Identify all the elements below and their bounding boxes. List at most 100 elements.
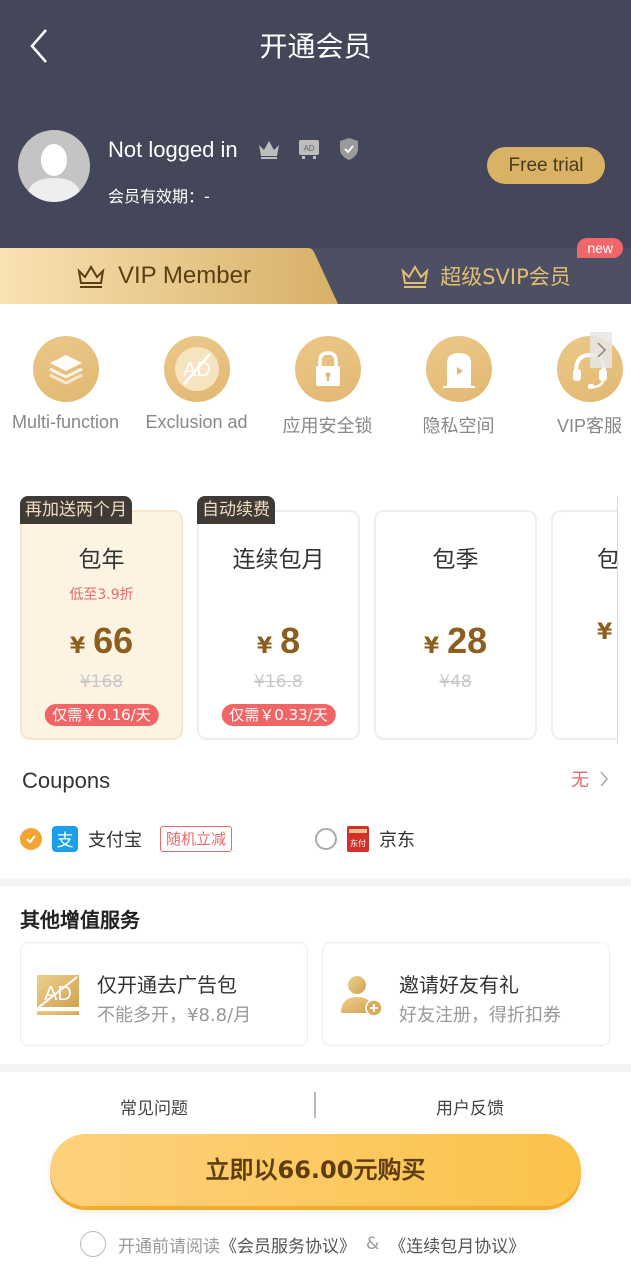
shield-check-icon [336, 136, 362, 162]
invite-friend-icon [341, 976, 383, 1017]
feature-multi-function[interactable]: Multi-function [0, 336, 131, 433]
original-price: ¥48 [439, 672, 472, 692]
footer-links: 常见问题 用户反馈 [0, 1090, 631, 1122]
feature-list[interactable]: Multi-function AD Exclusion ad 应用安全锁 隐私空… [0, 336, 631, 446]
layers-icon [48, 355, 83, 385]
price-amount: 28 [447, 620, 488, 661]
plan-list[interactable]: 再加送两个月 包年 低至3.9折 ¥ 66 ¥168 仅需￥0.16/天 自动续… [0, 496, 617, 744]
service-subtitle: 不能多开，¥8.8/月 [97, 1005, 252, 1026]
tab-vip-member[interactable]: VIP Member [0, 248, 340, 304]
service-invite-friends[interactable]: 邀请好友有礼 好友注册，得折扣券 [322, 942, 610, 1046]
feature-private-space[interactable]: 隐私空间 [393, 336, 524, 438]
coupons-selector[interactable]: 无 [571, 766, 609, 792]
plan-name: 包季 [432, 547, 479, 573]
feature-label: 应用安全锁 [282, 416, 373, 436]
price-amount: 66 [93, 620, 134, 661]
username[interactable]: Not logged in [108, 136, 238, 164]
coupons-value: 无 [571, 770, 589, 791]
agreement-ampersand: & [366, 1234, 380, 1254]
radio-unchecked-icon[interactable] [315, 828, 337, 850]
feature-label: VIP客服 [556, 416, 622, 436]
plan-price: ¥ 28 [376, 620, 535, 662]
plan-price: ¥ 8 [199, 620, 358, 662]
payment-option-jd[interactable]: 东付 京东 [315, 822, 415, 856]
price-amount: 8 [280, 620, 301, 661]
original-price: ¥168 [79, 672, 124, 692]
svg-text:东付: 东付 [350, 838, 366, 848]
promo-badge: 随机立减 [160, 826, 233, 852]
service-title: 仅开通去广告包 [97, 973, 237, 997]
new-badge: new [577, 238, 623, 258]
buy-now-button[interactable]: 立即以66.00元购买 [50, 1134, 581, 1206]
membership-expiry: 会员有效期：- [108, 187, 210, 206]
original-price: ¥16.8 [254, 672, 303, 692]
service-ad-free-pack[interactable]: AD 仅开通去广告包 不能多开，¥8.8/月 [20, 942, 308, 1046]
ad-free-icon: AD [296, 136, 322, 162]
plan-price: ¥ 66 [22, 620, 181, 662]
tab-svip-member[interactable]: 超级SVIP会员 new [340, 238, 631, 304]
page-title: 开通会员 [259, 30, 372, 63]
tab-svip-label: 超级SVIP会员 [440, 265, 571, 289]
section-divider [0, 878, 631, 886]
plan-card-partial[interactable]: 包 ¥ [551, 510, 617, 740]
agreement-checkbox[interactable] [80, 1231, 106, 1257]
plan-card-monthly-auto[interactable]: 自动续费 连续包月 ¥ 8 ¥16.8 仅需￥0.33/天 [197, 496, 360, 740]
payment-label: 支付宝 [88, 830, 142, 851]
no-ad-icon: AD [174, 347, 219, 391]
currency-symbol: ¥ [69, 634, 86, 659]
no-ad-icon: AD [37, 975, 79, 1015]
plan-card-yearly[interactable]: 再加送两个月 包年 低至3.9折 ¥ 66 ¥168 仅需￥0.16/天 [20, 496, 183, 740]
per-day-price-badge: 仅需￥0.16/天 [44, 704, 159, 726]
status-icons: AD [256, 136, 362, 162]
feedback-link[interactable]: 用户反馈 [436, 1094, 504, 1119]
alipay-icon: 支 [52, 826, 78, 852]
plan-discount: 低至3.9折 [69, 587, 134, 603]
payment-option-alipay[interactable]: 支 支付宝 随机立减 [20, 822, 233, 856]
currency-symbol: ¥ [423, 634, 440, 659]
feature-label: Exclusion ad [145, 412, 248, 432]
membership-tabs: VIP Member 超级SVIP会员 new [0, 238, 631, 304]
free-trial-button[interactable]: Free trial [487, 147, 605, 184]
scroll-next-button[interactable] [590, 332, 612, 368]
plan-price: ¥ [553, 620, 617, 645]
plan-tag: 自动续费 [197, 496, 275, 524]
plan-name: 包 [597, 547, 617, 573]
payment-label: 京东 [379, 830, 415, 851]
service-subtitle: 好友注册，得折扣券 [399, 1005, 561, 1026]
service-title: 邀请好友有礼 [399, 973, 519, 997]
crown-outline-icon [77, 265, 105, 288]
plan-name: 包年 [78, 547, 125, 573]
avatar[interactable] [18, 130, 90, 202]
svg-text:AD: AD [303, 144, 314, 153]
plan-list-edge [617, 496, 631, 744]
feature-vip-support[interactable]: VIP客服 [524, 336, 631, 438]
lock-icon [315, 351, 340, 386]
payment-methods: 支 支付宝 随机立减 东付 京东 [20, 822, 620, 856]
currency-symbol: ¥ [256, 634, 273, 659]
chevron-right-icon [600, 771, 608, 787]
feature-label: Multi-function [11, 412, 120, 432]
feature-label: 隐私空间 [422, 416, 495, 436]
per-day-price-badge: 仅需￥0.33/天 [221, 704, 336, 726]
plan-card-quarterly[interactable]: 包季 ¥ 28 ¥48 [374, 510, 537, 740]
jd-pay-icon: 东付 [347, 826, 369, 852]
feature-exclusion-ad[interactable]: AD Exclusion ad [131, 336, 262, 433]
crown-icon [256, 136, 282, 162]
services-title: 其他增值服务 [20, 908, 140, 932]
faq-link[interactable]: 常见问题 [120, 1094, 188, 1119]
plan-tag: 再加送两个月 [20, 496, 132, 524]
footer-separator [314, 1092, 316, 1118]
svg-text:支: 支 [57, 831, 74, 851]
crown-outline-icon [401, 265, 429, 288]
agreement-prefix: 开通前请阅读 [118, 1236, 220, 1257]
svg-text:AD: AD [44, 983, 72, 1005]
coupons-label: Coupons [22, 768, 111, 793]
radio-checked-icon[interactable] [20, 828, 42, 850]
feature-app-lock[interactable]: 应用安全锁 [262, 336, 393, 438]
plan-name: 连续包月 [232, 547, 325, 573]
member-service-agreement-link[interactable]: 《会员服务协议》 [220, 1232, 356, 1257]
agreement-row: 开通前请阅读 《会员服务协议》 & 《连续包月协议》 [80, 1230, 525, 1258]
auto-renew-agreement-link[interactable]: 《连续包月协议》 [389, 1232, 525, 1257]
private-space-icon [442, 353, 475, 388]
section-divider [0, 1064, 631, 1072]
